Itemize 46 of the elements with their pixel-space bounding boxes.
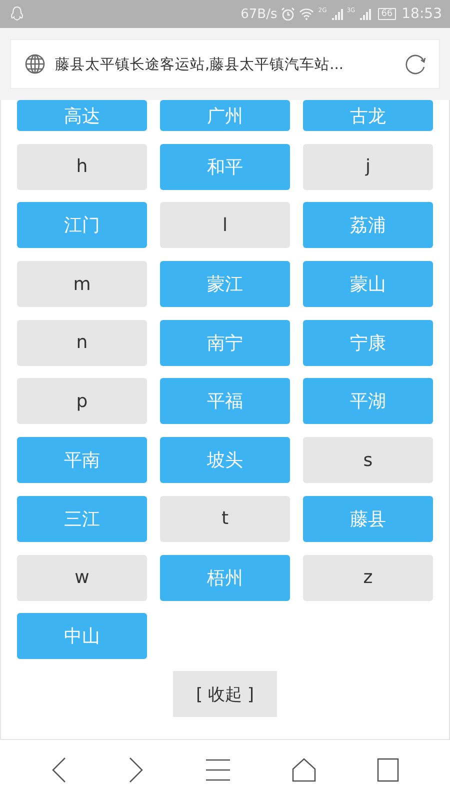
city-button[interactable]: 广州 (160, 100, 290, 131)
home-icon[interactable] (292, 758, 316, 782)
city-button[interactable]: 梧州 (160, 554, 290, 600)
battery-level: 66 (378, 8, 396, 20)
letter-button[interactable]: n (17, 320, 147, 366)
letter-button[interactable]: m (17, 261, 147, 308)
signal-icon (359, 8, 372, 20)
city-button[interactable]: 坡头 (160, 437, 290, 484)
city-button[interactable]: 江门 (17, 202, 147, 248)
letter-button[interactable]: l (160, 202, 290, 248)
city-button[interactable]: 蒙山 (303, 261, 433, 308)
city-button[interactable]: 和平 (160, 144, 290, 190)
wifi-icon (299, 8, 314, 20)
chat-app-icon (10, 6, 24, 22)
letter-button[interactable]: s (303, 437, 433, 484)
city-button[interactable]: 藤县 (303, 496, 433, 542)
city-button[interactable]: 中山 (17, 613, 147, 660)
city-button[interactable]: 平福 (160, 378, 290, 424)
globe-icon (25, 54, 45, 74)
page-title: 藤县太平镇长途客运站,藤县太平镇汽车站... (55, 56, 344, 74)
city-button[interactable]: 蒙江 (160, 261, 290, 308)
alarm-icon (281, 7, 296, 21)
letter-button[interactable]: j (303, 144, 433, 190)
letter-button[interactable]: p (17, 378, 147, 424)
back-icon[interactable] (50, 757, 67, 783)
letter-button[interactable]: t (160, 496, 290, 542)
city-button[interactable]: 平湖 (303, 378, 433, 424)
clock: 18:53 (402, 6, 442, 22)
refresh-icon[interactable] (405, 53, 427, 75)
address-bar[interactable]: 藤县太平镇长途客运站,藤县太平镇汽车站... (10, 39, 440, 89)
city-button[interactable]: 南宁 (160, 320, 290, 366)
tabs-icon[interactable] (377, 758, 400, 782)
city-button[interactable]: 平南 (17, 437, 147, 484)
signal-icon (330, 8, 343, 20)
letter-button[interactable]: w (17, 554, 147, 600)
city-button[interactable]: 高达 (17, 100, 147, 131)
city-button[interactable]: 宁康 (303, 320, 433, 366)
collapse-button[interactable]: [ 收起 ] (173, 671, 277, 718)
letter-button[interactable]: h (17, 144, 147, 190)
menu-icon[interactable] (204, 759, 231, 781)
city-button[interactable]: 荔浦 (303, 202, 433, 248)
network-speed: 67B/s (240, 6, 278, 22)
city-button[interactable]: 古龙 (303, 100, 433, 131)
forward-icon[interactable] (128, 757, 144, 783)
city-button[interactable]: 三江 (17, 496, 147, 542)
letter-button[interactable]: z (303, 554, 433, 600)
